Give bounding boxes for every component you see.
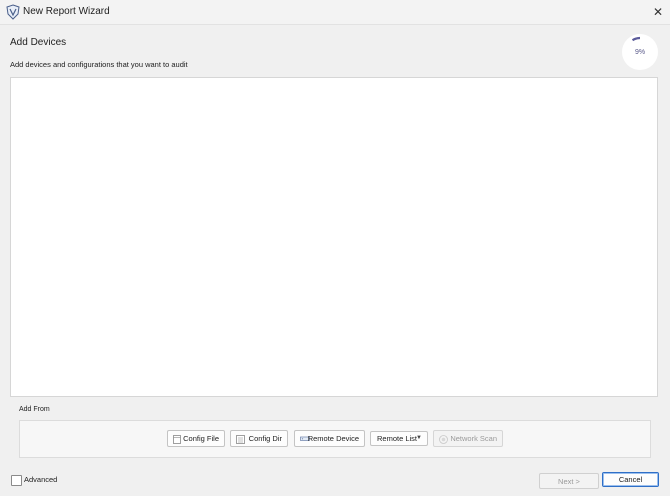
add-from-label: Add From <box>19 406 50 413</box>
scan-icon <box>439 435 448 444</box>
folder-list-icon <box>236 435 245 444</box>
network-scan-label: Network Scan <box>450 434 497 443</box>
progress-label: 9% <box>634 48 646 56</box>
remote-device-button[interactable]: Remote Device <box>294 430 365 447</box>
page-title: Add Devices <box>10 37 67 48</box>
file-icon <box>173 435 181 444</box>
title-bar: New Report Wizard ✕ <box>0 0 670 25</box>
window-title: New Report Wizard <box>23 6 110 17</box>
config-dir-label: Config Dir <box>248 434 282 443</box>
close-icon[interactable]: ✕ <box>653 5 663 19</box>
network-scan-button[interactable]: Network Scan <box>433 430 503 447</box>
progress-indicator: 9% <box>622 34 658 70</box>
advanced-checkbox[interactable] <box>11 475 22 486</box>
dropdown-caret-icon: ▼ <box>416 435 422 441</box>
remote-list-dropdown[interactable]: Remote List ▼ <box>370 431 428 446</box>
next-button[interactable]: Next > <box>539 473 599 489</box>
close-button[interactable]: ✕ <box>646 0 670 24</box>
cancel-button[interactable]: Cancel <box>602 472 659 487</box>
config-dir-button[interactable]: Config Dir <box>230 430 288 447</box>
device-list[interactable] <box>10 77 658 397</box>
page-subtitle: Add devices and configurations that you … <box>10 60 188 69</box>
config-file-button[interactable]: Config File <box>167 430 225 447</box>
config-file-label: Config File <box>183 434 219 443</box>
remote-list-label: Remote List <box>377 434 418 443</box>
shield-logo-icon <box>6 4 20 20</box>
advanced-label: Advanced <box>24 475 58 484</box>
remote-device-label: Remote Device <box>307 434 359 443</box>
